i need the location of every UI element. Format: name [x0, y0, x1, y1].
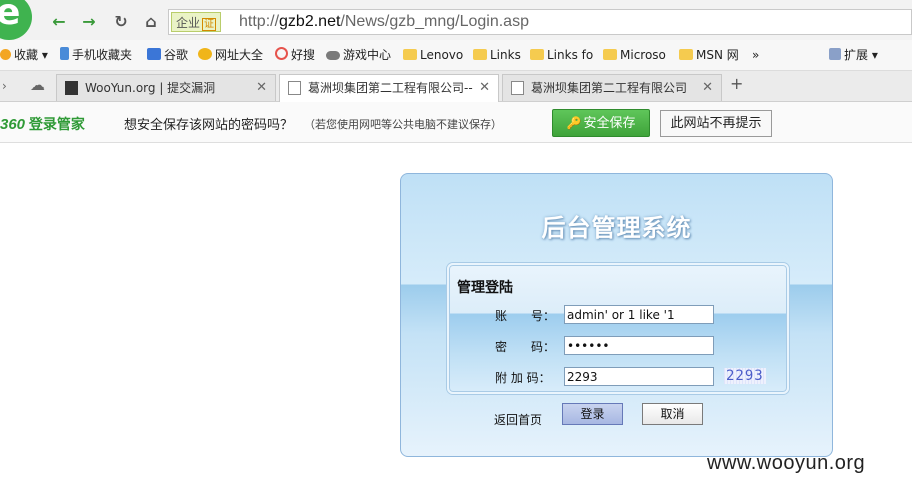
gamepad-icon — [326, 51, 340, 60]
login-panel: 后台管理系统 管理登陆 账 号： 密 码： 附 加 码： 2293 返回首页 登… — [400, 173, 833, 457]
bookmark-item[interactable]: 谷歌 — [147, 46, 188, 64]
favorites-label: 收藏 — [14, 48, 39, 62]
key-icon: 🔑 — [566, 116, 582, 130]
security-badge-label: 企业 — [176, 16, 201, 30]
bookmark-item[interactable]: Links — [473, 46, 521, 64]
save-note: （若您使用网吧等公共电脑不建议保存） — [304, 118, 502, 131]
extensions-button[interactable]: 扩展 ▾ — [829, 46, 878, 64]
favorites-button[interactable]: 收藏 ▾ — [0, 46, 48, 64]
watermark: www.wooyun.org — [707, 452, 866, 474]
wooyun-favicon-icon — [65, 81, 78, 95]
browser-logo-icon — [0, 0, 32, 40]
tab-strip: › ☁ WooYun.org | 提交漏洞 ✕ 葛洲坝集团第二工程有限公司-- … — [0, 71, 912, 102]
cancel-button[interactable]: 取消 — [642, 403, 703, 425]
bookmark-label: 网址大全 — [215, 48, 264, 62]
url-host: gzb2.net — [279, 13, 341, 30]
bookmark-item[interactable]: 好搜 — [275, 46, 315, 64]
folder-icon — [530, 49, 544, 60]
save-question: 想安全保存该网站的密码吗？ — [124, 118, 294, 133]
favorites-star-icon — [0, 49, 11, 60]
safe-save-button[interactable]: 🔑 安全保存 — [552, 109, 650, 137]
bookmark-item[interactable]: 网址大全 — [198, 46, 263, 64]
bookmark-item[interactable]: 手机收藏夹 — [60, 46, 132, 64]
bookmark-item[interactable]: Lenovo — [403, 46, 463, 64]
login-box-title: 管理登陆 — [457, 280, 513, 296]
code-input[interactable] — [564, 367, 714, 386]
tab-login-active[interactable]: 葛洲坝集团第二工程有限公司-- ✕ — [279, 74, 499, 102]
never-remind-button[interactable]: 此网站不再提示 — [660, 110, 772, 137]
tab-company[interactable]: 葛洲坝集团第二工程有限公司 ✕ — [502, 74, 722, 101]
page-title: 后台管理系统 — [541, 214, 692, 242]
page-favicon-icon — [288, 81, 301, 95]
refresh-icon[interactable]: ↻ — [110, 12, 132, 32]
cloud-icon[interactable]: ☁ — [30, 76, 45, 94]
bookmark-label: Links fo — [547, 48, 594, 62]
globe-icon — [198, 48, 212, 60]
tab-title: 葛洲坝集团第二工程有限公司 — [531, 81, 688, 95]
close-tab-icon[interactable]: ✕ — [256, 75, 267, 101]
tab-wooyun[interactable]: WooYun.org | 提交漏洞 ✕ — [56, 74, 276, 101]
bookmark-label: 谷歌 — [164, 48, 189, 62]
account-input[interactable] — [564, 305, 714, 324]
bookmark-label: Microso — [620, 48, 666, 62]
home-link[interactable]: 返回首页 — [494, 411, 542, 428]
folder-icon — [403, 49, 417, 60]
new-tab-icon[interactable]: + — [730, 75, 743, 93]
url-path: /News/gzb_mng/Login.asp — [340, 13, 529, 30]
extensions-grid-icon — [829, 48, 841, 60]
browser-toolbar: ← → ↻ ⌂ 企业证 http://gzb2.net/News/gzb_mng… — [0, 0, 912, 40]
login-button[interactable]: 登录 — [562, 403, 623, 425]
brand-360: 360 登录管家 — [0, 114, 85, 134]
security-badge[interactable]: 企业证 — [171, 12, 222, 32]
bookmark-label: 游戏中心 — [343, 48, 392, 62]
tab-title: WooYun.org | 提交漏洞 — [85, 81, 216, 95]
safe-save-label: 安全保存 — [583, 116, 636, 131]
folder-icon — [679, 49, 693, 60]
bookmark-label: Lenovo — [420, 48, 464, 62]
search-q-icon — [275, 47, 288, 60]
folder-icon — [473, 49, 487, 60]
tab-scroll-left-icon[interactable]: › — [2, 77, 7, 95]
bookmark-item[interactable]: Links fo — [530, 46, 593, 64]
google-icon — [147, 48, 161, 60]
brand-number: 360 — [0, 116, 26, 133]
url-text[interactable]: http://gzb2.net/News/gzb_mng/Login.asp — [239, 12, 529, 32]
bookmark-item[interactable]: MSN 网 — [679, 46, 739, 64]
password-save-bar: 360 登录管家 想安全保存该网站的密码吗？ （若您使用网吧等公共电脑不建议保存… — [0, 102, 912, 143]
code-label: 附 加 码： — [495, 371, 551, 385]
back-icon[interactable]: ← — [48, 12, 70, 32]
login-box: 管理登陆 账 号： 密 码： 附 加 码： 2293 — [447, 263, 789, 394]
address-bar[interactable]: 企业证 http://gzb2.net/News/gzb_mng/Login.a… — [168, 9, 912, 35]
password-input[interactable] — [564, 336, 714, 355]
bookmark-label: MSN 网 — [696, 48, 739, 62]
bookmarks-overflow-icon[interactable]: » — [752, 46, 759, 64]
captcha-image[interactable]: 2293 — [724, 368, 766, 384]
brand-name: 登录管家 — [28, 116, 85, 132]
cert-icon: 证 — [202, 18, 217, 31]
bookmark-label: Links — [490, 48, 521, 62]
account-label: 账 号： — [495, 309, 556, 323]
folder-icon — [603, 49, 617, 60]
bookmark-label: 好搜 — [291, 48, 316, 62]
bookmark-label: 手机收藏夹 — [72, 48, 133, 62]
url-prefix: http:// — [239, 13, 280, 30]
bookmark-item[interactable]: 游戏中心 — [326, 46, 391, 64]
close-tab-icon[interactable]: ✕ — [479, 75, 490, 101]
page-favicon-icon — [511, 81, 524, 95]
extensions-label: 扩展 — [844, 48, 869, 62]
bookmark-item[interactable]: Microso — [603, 46, 666, 64]
phone-icon — [60, 47, 69, 60]
forward-icon[interactable]: → — [78, 12, 100, 32]
home-icon[interactable]: ⌂ — [140, 12, 162, 32]
password-label: 密 码： — [495, 340, 556, 354]
bookmarks-bar: 收藏 ▾ 手机收藏夹 谷歌 网址大全 好搜 游戏中心 Lenovo Links … — [0, 40, 912, 71]
close-tab-icon[interactable]: ✕ — [702, 75, 713, 101]
tab-title: 葛洲坝集团第二工程有限公司-- — [308, 81, 473, 95]
